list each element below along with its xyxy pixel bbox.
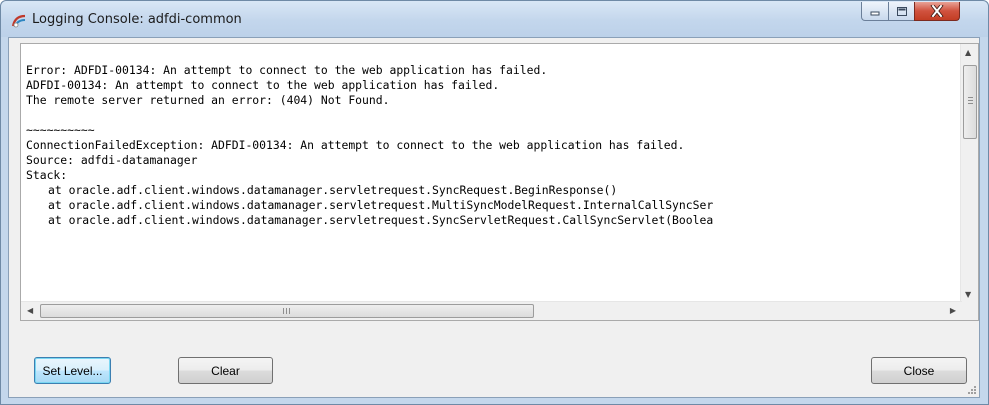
log-line: at oracle.adf.client.windows.datamanager… [48, 183, 618, 197]
close-button[interactable]: Close [871, 357, 967, 384]
grip-line [968, 97, 973, 98]
log-line: ADFDI-00134: An attempt to connect to th… [26, 78, 500, 92]
scroll-up-icon[interactable]: ▲ [965, 49, 971, 57]
grip-line [968, 103, 973, 104]
log-line: Stack: [26, 168, 68, 182]
vertical-scroll-thumb[interactable] [963, 65, 977, 139]
logging-console-window: Logging Console: adfdi-common Error: ADF… [0, 0, 989, 405]
maximize-button[interactable] [888, 2, 915, 21]
scroll-down-icon[interactable]: ▼ [965, 291, 971, 299]
scroll-right-icon[interactable]: ▶ [950, 307, 956, 315]
window-title: Logging Console: adfdi-common [32, 12, 242, 27]
vertical-scrollbar[interactable]: ▲ ▼ [960, 44, 978, 303]
close-window-button[interactable] [914, 2, 960, 21]
horizontal-scroll-thumb[interactable] [40, 304, 534, 318]
log-text: Error: ADFDI-00134: An attempt to connec… [26, 48, 713, 228]
grip-line [286, 308, 287, 314]
log-line: at oracle.adf.client.windows.datamanager… [48, 213, 714, 227]
clear-button[interactable]: Clear [178, 357, 273, 384]
window-client-area: Error: ADFDI-00134: An attempt to connec… [8, 37, 980, 398]
grip-line [968, 100, 973, 101]
log-line: ~~~~~~~~~~ [26, 123, 95, 137]
log-line: at oracle.adf.client.windows.datamanager… [48, 198, 714, 212]
log-line: ConnectionFailedException: ADFDI-00134: … [26, 138, 685, 152]
log-line: Error: ADFDI-00134: An attempt to connec… [26, 63, 548, 77]
grip-line [283, 308, 284, 314]
close-icon [930, 5, 944, 17]
log-line: The remote server returned an error: (40… [26, 93, 390, 107]
log-line: Source: adfdi-datamanager [26, 153, 198, 167]
scrollbar-corner [961, 302, 978, 320]
title-bar[interactable]: Logging Console: adfdi-common [1, 1, 988, 37]
set-level-button[interactable]: Set Level... [34, 357, 111, 384]
maximize-icon [896, 6, 907, 16]
minimize-button[interactable] [861, 2, 889, 21]
minimize-icon [870, 11, 880, 16]
horizontal-scrollbar[interactable]: ◀ ▶ [21, 301, 962, 320]
scroll-left-icon[interactable]: ◀ [27, 307, 33, 315]
app-icon [11, 14, 26, 28]
log-output-area[interactable]: Error: ADFDI-00134: An attempt to connec… [20, 43, 979, 321]
grip-line [289, 308, 290, 314]
resize-grip-icon[interactable] [967, 385, 977, 395]
